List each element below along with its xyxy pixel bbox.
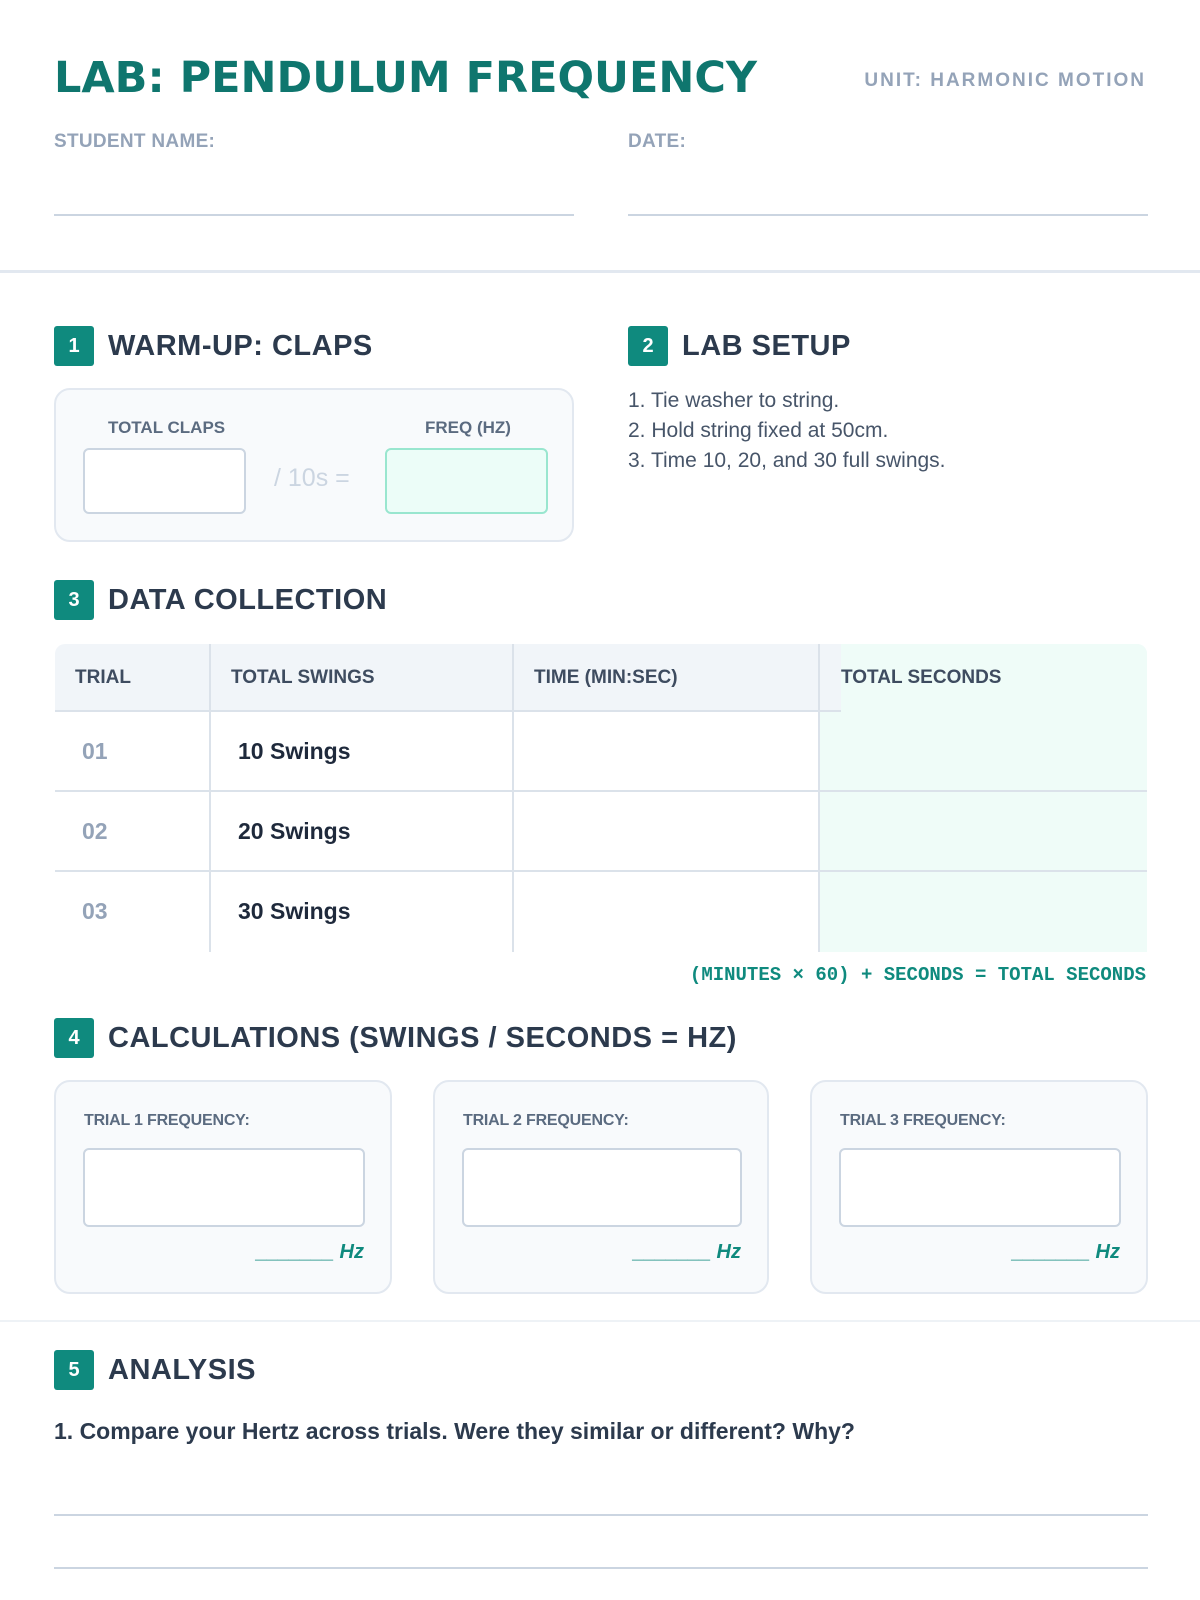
hz-unit: _______ Hz bbox=[1012, 1241, 1120, 1263]
section-title: WARM-UP: CLAPS bbox=[108, 329, 373, 362]
swings-value: 10 Swings bbox=[238, 738, 351, 764]
total-seconds-cell-input[interactable] bbox=[820, 792, 1147, 870]
section-calculations-heading: 4 CALCULATIONS (SWINGS / SECONDS = HZ) bbox=[54, 1018, 737, 1058]
calc-label: TRIAL 1 FREQUENCY: bbox=[84, 1112, 250, 1129]
section-warmup-heading: 1 WARM-UP: CLAPS bbox=[54, 326, 373, 366]
header-divider bbox=[0, 270, 1200, 273]
date-field[interactable] bbox=[628, 214, 1148, 216]
time-cell-input[interactable] bbox=[514, 792, 818, 870]
calc-label: TRIAL 2 FREQUENCY: bbox=[463, 1112, 629, 1129]
freq-label: FREQ (HZ) bbox=[425, 418, 511, 437]
section-title: CALCULATIONS (SWINGS / SECONDS = HZ) bbox=[108, 1021, 737, 1054]
total-claps-label: TOTAL CLAPS bbox=[108, 418, 226, 437]
calc-label: TRIAL 3 FREQUENCY: bbox=[840, 1112, 1006, 1129]
trial-number: 01 bbox=[82, 738, 108, 764]
section-data-heading: 3 DATA COLLECTION bbox=[54, 580, 387, 620]
answer-line[interactable] bbox=[54, 1567, 1148, 1569]
swings-value: 30 Swings bbox=[238, 898, 351, 924]
section-analysis-heading: 5 ANALYSIS bbox=[54, 1350, 256, 1390]
header: LAB: PENDULUM FREQUENCY UNIT: HARMONIC M… bbox=[54, 48, 1146, 108]
formula-note: (MINUTES × 60) + SECONDS = TOTAL SECONDS bbox=[689, 964, 1146, 986]
unit-label: UNIT: HARMONIC MOTION bbox=[864, 70, 1146, 91]
page-title: LAB: PENDULUM FREQUENCY bbox=[54, 53, 758, 103]
column-header: TOTAL SECONDS bbox=[841, 644, 1147, 712]
student-name-field[interactable] bbox=[54, 214, 574, 216]
total-claps-input[interactable] bbox=[83, 448, 246, 514]
student-name-label: STUDENT NAME: bbox=[54, 131, 216, 152]
trial-number: 03 bbox=[82, 898, 108, 924]
hz-unit: _______ Hz bbox=[256, 1241, 364, 1263]
calc-input[interactable] bbox=[462, 1148, 742, 1227]
section-setup-heading: 2 LAB SETUP bbox=[628, 326, 851, 366]
answer-line[interactable] bbox=[54, 1514, 1148, 1516]
divide-text: / 10s = bbox=[274, 464, 350, 492]
section-title: LAB SETUP bbox=[682, 329, 851, 362]
analysis-question: 1. Compare your Hertz across trials. Wer… bbox=[54, 1418, 855, 1444]
calc-card-trial-3: TRIAL 3 FREQUENCY: _______ Hz bbox=[810, 1080, 1148, 1294]
column-header: TOTAL SWINGS bbox=[231, 667, 375, 688]
section-title: ANALYSIS bbox=[108, 1353, 256, 1386]
setup-step: 3. Time 10, 20, and 30 full swings. bbox=[628, 449, 946, 472]
column-header-text: TOTAL SECONDS bbox=[841, 667, 1002, 688]
date-label: DATE: bbox=[628, 131, 687, 152]
section-number-badge: 5 bbox=[54, 1350, 94, 1390]
data-table: TRIAL TOTAL SWINGS TIME (MIN:SEC) TOTAL … bbox=[55, 644, 1147, 952]
section-number-badge: 4 bbox=[54, 1018, 94, 1058]
column-header: TIME (MIN:SEC) bbox=[534, 667, 678, 688]
freq-input[interactable] bbox=[385, 448, 548, 514]
calc-input[interactable] bbox=[83, 1148, 365, 1227]
calc-input[interactable] bbox=[839, 1148, 1121, 1227]
total-seconds-cell-input[interactable] bbox=[820, 872, 1147, 952]
swings-value: 20 Swings bbox=[238, 818, 351, 844]
section-title: DATA COLLECTION bbox=[108, 583, 388, 616]
warmup-box: TOTAL CLAPS / 10s = FREQ (HZ) bbox=[54, 388, 574, 542]
setup-steps-list: 1. Tie washer to string. 2. Hold string … bbox=[628, 386, 1148, 476]
setup-step: 2. Hold string fixed at 50cm. bbox=[628, 419, 889, 442]
section-divider bbox=[0, 1320, 1200, 1322]
calc-card-trial-2: TRIAL 2 FREQUENCY: _______ Hz bbox=[433, 1080, 769, 1294]
total-seconds-cell-input[interactable] bbox=[820, 714, 1147, 790]
time-cell-input[interactable] bbox=[514, 714, 818, 790]
hz-unit: _______ Hz bbox=[633, 1241, 741, 1263]
section-number-badge: 2 bbox=[628, 326, 668, 366]
column-divider bbox=[209, 644, 211, 952]
worksheet-page: LAB: PENDULUM FREQUENCY UNIT: HARMONIC M… bbox=[0, 0, 1200, 1600]
trial-number: 02 bbox=[82, 818, 108, 844]
setup-step: 1. Tie washer to string. bbox=[628, 389, 840, 412]
section-number-badge: 3 bbox=[54, 580, 94, 620]
column-header: TRIAL bbox=[75, 667, 131, 688]
table-header-row: TRIAL TOTAL SWINGS TIME (MIN:SEC) TOTAL … bbox=[55, 644, 1147, 712]
section-number-badge: 1 bbox=[54, 326, 94, 366]
time-cell-input[interactable] bbox=[514, 872, 818, 952]
calc-card-trial-1: TRIAL 1 FREQUENCY: _______ Hz bbox=[54, 1080, 392, 1294]
